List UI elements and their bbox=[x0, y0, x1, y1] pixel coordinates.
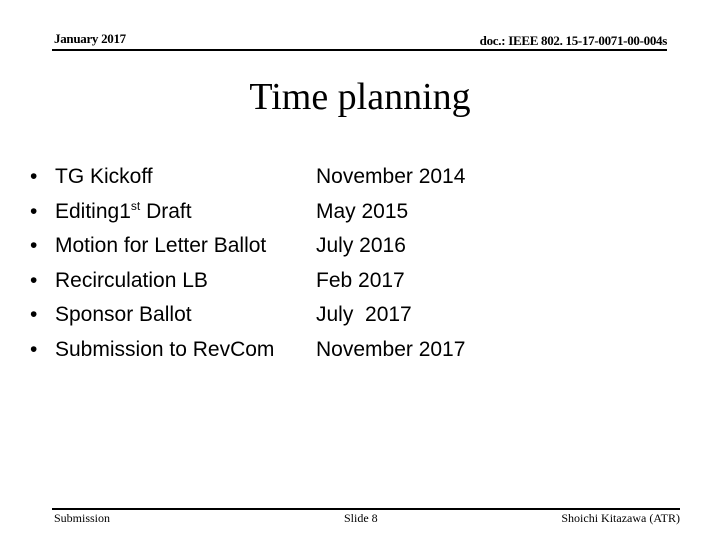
milestone-label: Submission to RevCom bbox=[55, 333, 274, 368]
milestone-date: November 2017 bbox=[316, 337, 466, 361]
bullet-icon: • bbox=[30, 268, 38, 292]
milestone-label: Editing1st Draft bbox=[55, 195, 192, 230]
milestone-label-text: Motion for Letter Ballot bbox=[55, 234, 267, 257]
milestone-label: Recirculation LB bbox=[55, 264, 208, 299]
milestone-label: Motion for Letter Ballot bbox=[55, 229, 266, 264]
bullet-icon: • bbox=[30, 165, 38, 188]
milestone-label-text: Recirculation LB bbox=[55, 268, 208, 292]
milestone-label-text: Editing1 bbox=[55, 199, 131, 223]
header-divider bbox=[52, 49, 667, 51]
milestone-date: May 2015 bbox=[316, 199, 409, 223]
footer-submission: Submission bbox=[54, 511, 111, 525]
milestone-date: July 2017 bbox=[316, 303, 412, 326]
footer-author: Shoichi Kitazawa (ATR) bbox=[561, 511, 680, 525]
header-doc-id: doc.: IEEE 802. 15-17-0071-00-004s bbox=[479, 33, 668, 48]
milestone-label-suffix: Draft bbox=[140, 199, 192, 223]
bullet-icon: • bbox=[30, 337, 38, 361]
milestone-label: Sponsor Ballot bbox=[55, 298, 192, 333]
milestone-label-text: Submission to RevCom bbox=[55, 337, 275, 361]
milestone-date: July 2016 bbox=[316, 234, 406, 257]
bullet-icon: • bbox=[30, 234, 38, 257]
footer-divider bbox=[52, 508, 680, 510]
footer-slide-number: Slide 8 bbox=[344, 511, 378, 525]
milestone-label-text: TG Kickoff bbox=[55, 165, 153, 188]
bullet-icon: • bbox=[30, 199, 38, 223]
milestone-date: Feb 2017 bbox=[316, 268, 405, 292]
milestone-label-text: Sponsor Ballot bbox=[55, 303, 192, 326]
milestone-label: TG Kickoff bbox=[55, 160, 153, 195]
bullet-icon: • bbox=[30, 303, 38, 326]
header-date: January 2017 bbox=[54, 31, 126, 46]
slide-title: Time planning bbox=[249, 76, 471, 118]
milestone-label-sup: st bbox=[130, 198, 141, 213]
milestone-date: November 2014 bbox=[316, 165, 466, 188]
